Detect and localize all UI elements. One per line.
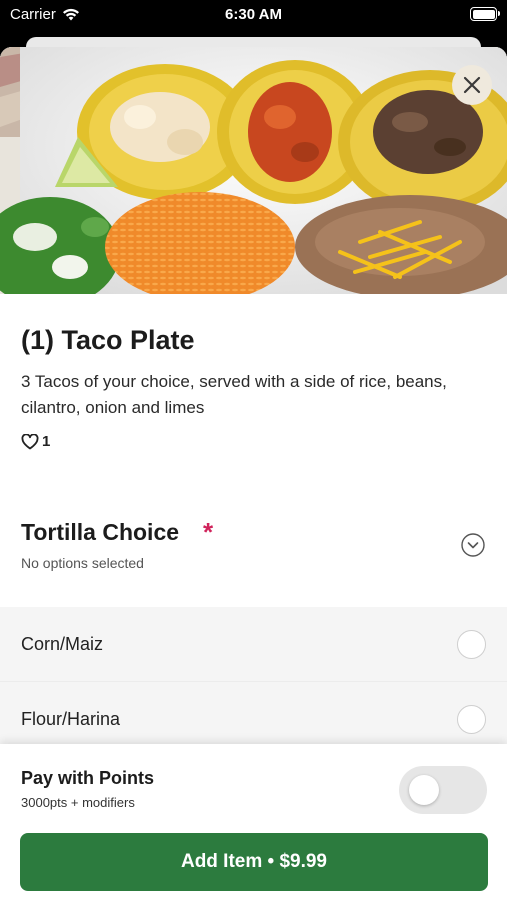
points-subtitle: 3000pts + modifiers <box>21 795 135 810</box>
like-button[interactable]: 1 <box>21 433 50 450</box>
status-bar: Carrier 6:30 AM <box>0 0 507 30</box>
like-count: 1 <box>42 433 51 450</box>
points-title: Pay with Points <box>21 768 155 788</box>
close-button[interactable] <box>452 65 492 105</box>
battery-icon <box>470 7 500 21</box>
toggle-knob <box>409 775 439 805</box>
pay-with-points-toggle[interactable] <box>399 766 487 814</box>
taco-plate-photo <box>0 47 507 294</box>
heart-icon <box>21 433 39 449</box>
required-marker: * <box>203 517 214 547</box>
options-list: Corn/Maiz Flour/Harina <box>0 607 507 767</box>
section-title: Tortilla Choice <box>21 519 180 545</box>
option-radio[interactable] <box>457 705 486 734</box>
chevron-down-icon[interactable] <box>461 533 485 557</box>
option-label: Corn/Maiz <box>21 634 104 654</box>
checkout-footer: Pay with Points 3000pts + modifiers Add … <box>0 744 507 900</box>
item-detail-sheet: (1) Taco Plate 3 Tacos of your choice, s… <box>0 47 507 900</box>
status-time: 6:30 AM <box>225 6 282 23</box>
item-photo <box>0 47 507 294</box>
option-radio[interactable] <box>457 630 486 659</box>
option-label: Flour/Harina <box>21 709 121 729</box>
add-item-button[interactable]: Add Item • $9.99 <box>20 833 488 891</box>
item-title: (1) Taco Plate <box>21 325 195 355</box>
section-subtitle: No options selected <box>21 555 144 571</box>
close-icon <box>463 76 481 94</box>
item-description: 3 Tacos of your choice, served with a si… <box>21 372 447 417</box>
list-item-option[interactable]: Corn/Maiz <box>0 607 507 682</box>
